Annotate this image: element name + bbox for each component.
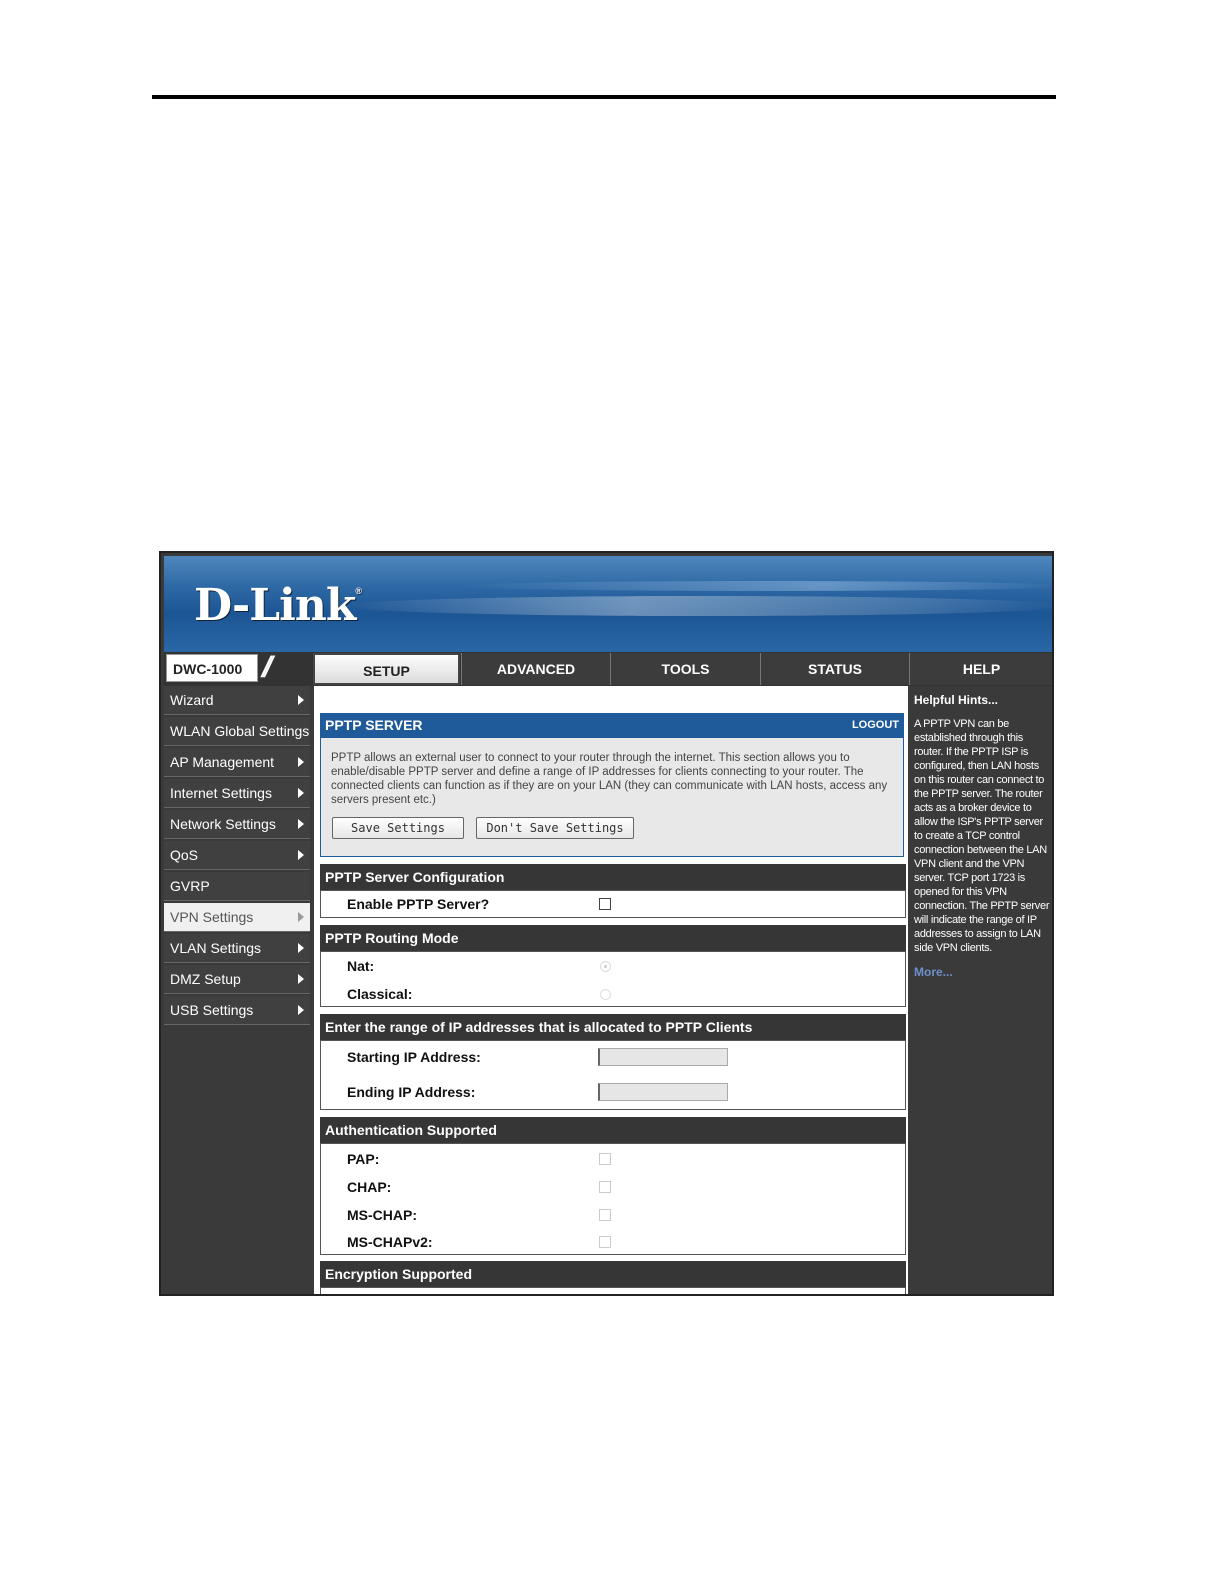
chevron-right-icon xyxy=(298,819,304,829)
enable-pptp-checkbox[interactable] xyxy=(599,898,611,910)
chevron-right-icon xyxy=(298,788,304,798)
auth-box: PAP: CHAP: MS-CHAP: MS-CHAPv2: xyxy=(320,1143,906,1255)
model-label: DWC-1000 xyxy=(166,654,258,682)
save-settings-button[interactable]: Save Settings xyxy=(332,817,464,839)
sidebar-item-gvrp[interactable]: GVRP xyxy=(164,872,310,901)
sidebar-item-vlan-settings[interactable]: VLAN Settings xyxy=(164,934,310,963)
enable-pptp-label: Enable PPTP Server? xyxy=(347,896,490,912)
pap-checkbox[interactable] xyxy=(599,1153,611,1165)
panel-description: PPTP allows an external user to connect … xyxy=(331,752,888,806)
logout-link[interactable]: LOGOUT xyxy=(852,713,899,737)
ending-ip-input[interactable] xyxy=(598,1083,728,1101)
chevron-right-icon xyxy=(298,943,304,953)
sidebar-item-wizard[interactable]: Wizard xyxy=(164,686,310,715)
tab-help[interactable]: HELP xyxy=(909,653,1052,685)
panel-body: PPTP allows an external user to connect … xyxy=(320,737,904,857)
ending-ip-label: Ending IP Address: xyxy=(347,1084,476,1100)
auth-header: Authentication Supported xyxy=(320,1117,906,1143)
chap-checkbox[interactable] xyxy=(599,1181,611,1193)
tab-advanced[interactable]: ADVANCED xyxy=(461,653,610,685)
routing-mode-box: Nat: Classical: xyxy=(320,951,906,1007)
chevron-right-icon xyxy=(298,757,304,767)
sidebar-item-usb-settings[interactable]: USB Settings xyxy=(164,996,310,1025)
mschapv2-checkbox[interactable] xyxy=(599,1236,611,1248)
page-top-rule xyxy=(152,95,1056,99)
dlink-logo: D-Link® xyxy=(194,580,362,631)
chap-label: CHAP: xyxy=(347,1179,392,1195)
tab-tools[interactable]: TOOLS xyxy=(610,653,760,685)
encryption-header: Encryption Supported xyxy=(320,1261,906,1287)
mschap-label: MS-CHAP: xyxy=(347,1207,417,1223)
mschap-checkbox[interactable] xyxy=(599,1209,611,1221)
starting-ip-label: Starting IP Address: xyxy=(347,1049,481,1065)
chevron-right-icon xyxy=(298,1005,304,1015)
tab-status[interactable]: STATUS xyxy=(760,653,909,685)
routing-mode-header: PPTP Routing Mode xyxy=(320,925,906,951)
ip-range-header: Enter the range of IP addresses that is … xyxy=(320,1014,906,1040)
chevron-right-icon xyxy=(298,974,304,984)
classical-radio[interactable] xyxy=(600,989,611,1000)
nat-label: Nat: xyxy=(347,958,375,974)
slash-decoration: // xyxy=(262,651,273,684)
router-admin-screenshot: D-Link® DWC-1000 // SETUP ADVANCED TOOLS… xyxy=(159,551,1054,1296)
dont-save-settings-button[interactable]: Don't Save Settings xyxy=(476,817,634,839)
mschapv2-label: MS-CHAPv2: xyxy=(347,1234,433,1250)
starting-ip-input[interactable] xyxy=(598,1048,728,1066)
sidebar-item-dmz-setup[interactable]: DMZ Setup xyxy=(164,965,310,994)
sidebar-item-wlan-global-settings[interactable]: WLAN Global Settings xyxy=(164,717,310,746)
sidebar-item-network-settings[interactable]: Network Settings xyxy=(164,810,310,839)
chevron-right-icon xyxy=(298,850,304,860)
tab-setup[interactable]: SETUP xyxy=(313,653,460,685)
panel-header: PPTP SERVER LOGOUT xyxy=(320,713,904,737)
encryption-box xyxy=(320,1287,906,1294)
server-config-box: Enable PPTP Server? xyxy=(320,890,906,918)
sidebar-item-qos[interactable]: QoS xyxy=(164,841,310,870)
pap-label: PAP: xyxy=(347,1151,380,1167)
main-content: PPTP SERVER LOGOUT PPTP allows an extern… xyxy=(314,686,908,1294)
help-title: Helpful Hints... xyxy=(914,693,998,707)
nat-radio[interactable] xyxy=(600,961,611,972)
chevron-right-icon xyxy=(298,695,304,705)
panel-title: PPTP SERVER xyxy=(325,717,423,733)
server-config-header: PPTP Server Configuration xyxy=(320,864,906,890)
sidebar-item-vpn-settings[interactable]: VPN Settings xyxy=(164,903,310,932)
sidebar: Wizard WLAN Global Settings AP Managemen… xyxy=(164,686,310,1027)
classical-label: Classical: xyxy=(347,986,413,1002)
sidebar-item-ap-management[interactable]: AP Management xyxy=(164,748,310,777)
help-text: A PPTP VPN can be established through th… xyxy=(914,718,1050,954)
ip-range-box: Starting IP Address: Ending IP Address: xyxy=(320,1040,906,1110)
header-banner: D-Link® xyxy=(164,556,1052,652)
help-panel: Helpful Hints... A PPTP VPN can be estab… xyxy=(911,686,1052,1294)
help-more-link[interactable]: More... xyxy=(911,965,1052,979)
top-nav: DWC-1000 // SETUP ADVANCED TOOLS STATUS … xyxy=(164,651,1052,686)
sidebar-item-internet-settings[interactable]: Internet Settings xyxy=(164,779,310,808)
chevron-right-icon xyxy=(298,912,304,922)
